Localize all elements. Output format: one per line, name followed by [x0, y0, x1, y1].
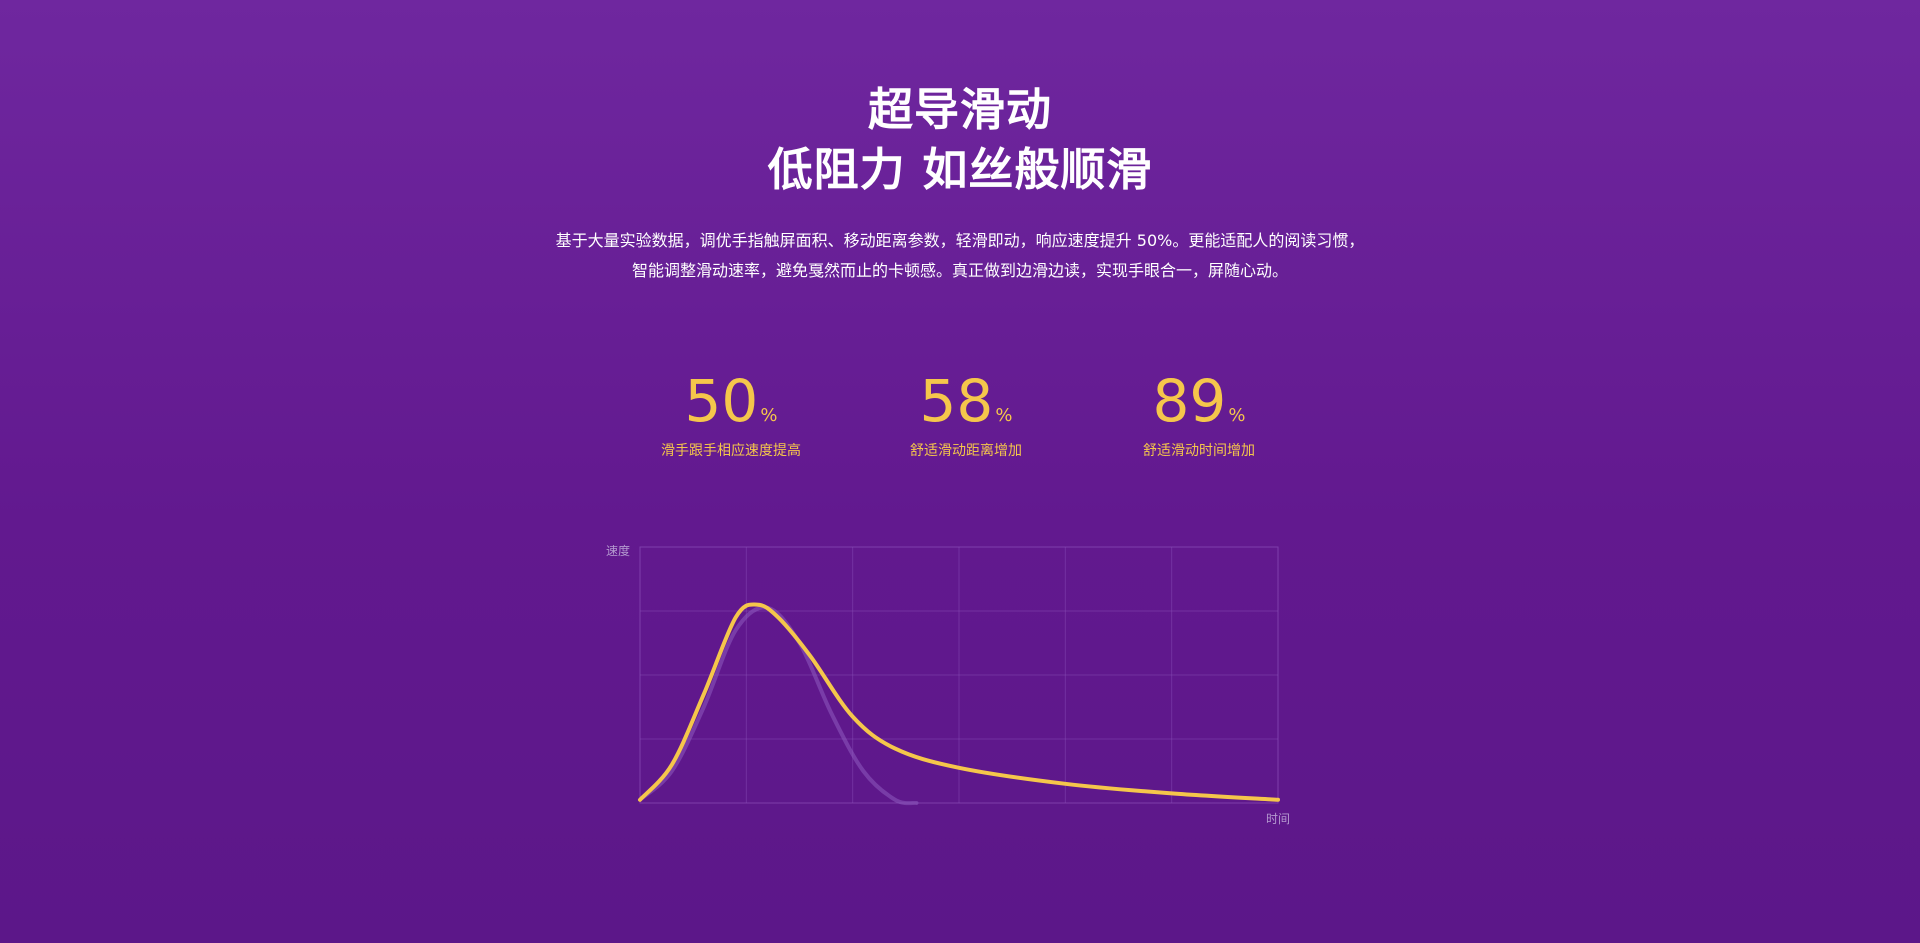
chart-svg: [638, 546, 1280, 806]
headline-title: 超导滑动: [867, 83, 1052, 136]
stat-label: 滑手跟手相应速度提高: [661, 443, 801, 459]
stat-scroll-time: 89% 舒适滑动时间增加: [1079, 366, 1319, 462]
feature-page: 超导滑动 低阻力 如丝般顺滑 基于大量实验数据，调优手指触屏面积、移动距离参数，…: [0, 0, 1920, 943]
stat-value-wrap: 58%: [846, 366, 1086, 436]
stat-unit: %: [1228, 405, 1246, 426]
stat-label: 舒适滑动距离增加: [910, 443, 1022, 459]
stat-value-wrap: 50%: [611, 366, 851, 436]
stat-scroll-distance: 58% 舒适滑动距离增加: [846, 366, 1086, 462]
stat-value: 89: [1152, 367, 1227, 435]
stat-label: 舒适滑动时间增加: [1143, 443, 1255, 459]
stat-value: 50: [684, 367, 759, 435]
description-line-2: 智能调整滑动速率，避免戛然而止的卡顿感。真正做到边滑边读，实现手眼合一，屏随心动…: [631, 261, 1288, 280]
x-axis-label: 时间: [1266, 812, 1291, 826]
stat-value: 58: [919, 367, 994, 435]
headline-subtitle: 低阻力 如丝般顺滑: [767, 143, 1153, 196]
stat-value-wrap: 89%: [1079, 366, 1319, 436]
stat-unit: %: [995, 405, 1013, 426]
speed-time-chart: 速度 时间: [590, 530, 1310, 840]
description-line-1: 基于大量实验数据，调优手指触屏面积、移动距离参数，轻滑即动，响应速度提升 50%…: [555, 231, 1365, 250]
stat-unit: %: [760, 405, 778, 426]
y-axis-label: 速度: [606, 544, 631, 558]
series-line-old: [638, 605, 919, 806]
stat-response-speed: 50% 滑手跟手相应速度提高: [611, 366, 851, 462]
